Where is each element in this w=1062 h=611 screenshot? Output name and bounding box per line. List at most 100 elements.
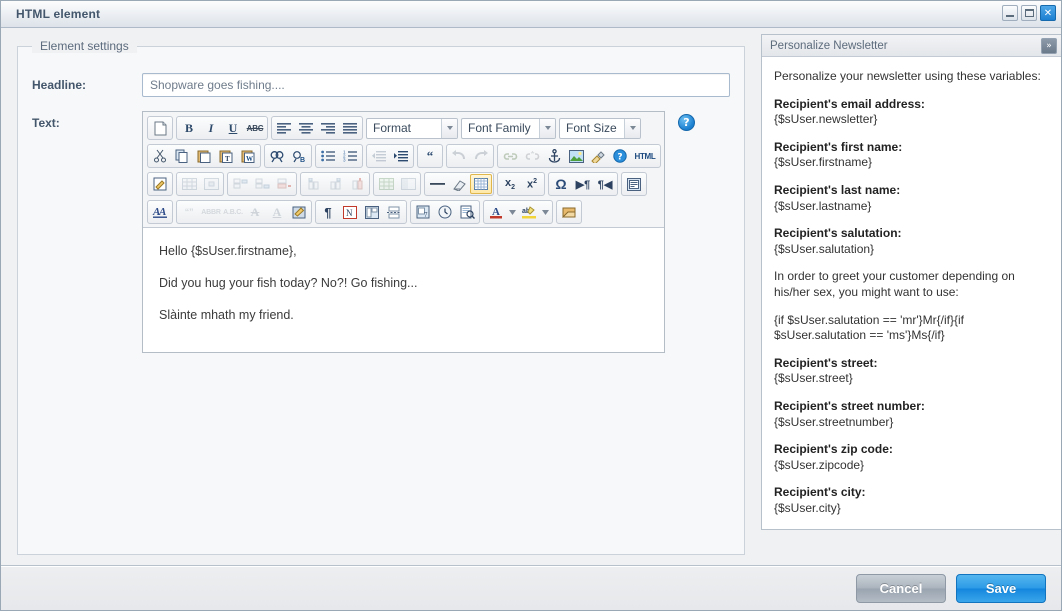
indent-icon[interactable] [390,146,412,166]
variable-title: Recipient's city: [774,485,866,500]
edit-css-icon[interactable] [149,174,171,194]
minimize-button[interactable] [1002,5,1018,21]
backcolor-chevron-down-icon[interactable] [540,202,551,222]
redo-icon[interactable] [470,146,492,166]
side-panel-intro: Personalize your newsletter using these … [774,69,1041,83]
insert-text-icon[interactable]: A [266,202,288,222]
link-icon[interactable] [499,146,521,166]
editor-content-area[interactable]: Hello {$sUser.firstname}, Did you hug yo… [143,227,664,353]
underline-icon[interactable]: U [222,118,244,138]
toolbar-group-css [147,172,173,196]
copy-icon[interactable] [171,146,193,166]
media-icon[interactable] [558,202,580,222]
toolbar-group-rows [227,172,297,196]
variable-item: Recipient's last name: {$sUser.lastname} [774,183,1049,214]
ltr-icon[interactable]: ▶¶ [572,174,594,194]
bold-icon[interactable]: B [178,118,200,138]
strikethrough-icon[interactable]: ABC [244,118,266,138]
field-help-icon[interactable]: ? [678,114,695,131]
nonbreaking-icon[interactable]: N [339,202,361,222]
row-before-icon[interactable] [229,174,251,194]
show-blocks-icon[interactable]: ¶ [317,202,339,222]
align-justify-icon[interactable] [339,118,361,138]
close-button[interactable]: ✕ [1040,5,1056,21]
delete-text-icon[interactable]: A [244,202,266,222]
font-family-dropdown[interactable]: Font Family [461,117,556,139]
toolbar-group-fullscreen [621,172,647,196]
text-row: Text: B I U ABC Format Font Family Font … [32,111,730,354]
toolbar-group-blockquote: “ [417,144,443,168]
maximize-button[interactable] [1021,5,1037,21]
svg-text:W: W [246,155,253,163]
rtl-icon[interactable]: ¶◀ [594,174,616,194]
italic-icon[interactable]: I [200,118,222,138]
backcolor-icon[interactable]: ab [518,202,540,222]
cancel-button[interactable]: Cancel [856,574,946,603]
unlink-icon[interactable] [521,146,543,166]
find-replace-icon[interactable]: B [288,146,310,166]
align-right-icon[interactable] [317,118,339,138]
paste-icon[interactable] [193,146,215,166]
variable-value: {$sUser.street} [774,371,853,386]
undo-icon[interactable] [448,146,470,166]
insert-time-icon[interactable] [434,202,456,222]
outdent-icon[interactable] [368,146,390,166]
format-dropdown[interactable]: Format [366,117,458,139]
abbreviation-icon[interactable]: ABBR [200,202,222,222]
side-panel-content: Personalize your newsletter using these … [762,57,1061,529]
toolbar-row-3: x2 x2 Ω ▶¶ ¶◀ [145,170,662,198]
delete-row-icon[interactable] [273,174,295,194]
collapse-panel-button[interactable]: » [1041,37,1057,54]
visual-aid-icon[interactable] [470,174,492,194]
variable-title: Recipient's street number: [774,398,925,413]
toolbar-group-document [147,116,173,140]
template-icon[interactable] [361,202,383,222]
variable-value: {$sUser.lastname} [774,198,872,213]
styles-icon[interactable]: AA [149,202,171,222]
fullscreen-icon[interactable] [623,174,645,194]
align-center-icon[interactable] [295,118,317,138]
svg-text:7: 7 [424,211,428,219]
attributes-icon[interactable] [288,202,310,222]
page-break-icon[interactable] [383,202,405,222]
table-properties-icon[interactable] [178,174,200,194]
blockquote-icon[interactable]: “ [419,146,441,166]
col-before-icon[interactable] [302,174,324,194]
cut-icon[interactable] [149,146,171,166]
numbered-list-icon[interactable]: 123 [339,146,361,166]
special-char-icon[interactable]: Ω [550,174,572,194]
forecolor-icon[interactable]: A [485,202,507,222]
html-source-icon[interactable]: HTML [631,146,659,166]
bullet-list-icon[interactable] [317,146,339,166]
cleanup-icon[interactable] [587,146,609,166]
anchor-icon[interactable] [543,146,565,166]
cell-properties-icon[interactable] [200,174,222,194]
variable-item: Recipient's first name: {$sUser.firstnam… [774,140,1049,171]
paste-text-icon[interactable]: T [215,146,237,166]
col-after-icon[interactable] [324,174,346,194]
merge-cells-icon[interactable] [397,174,419,194]
image-icon[interactable] [565,146,587,166]
svg-text:N: N [346,208,353,218]
align-left-icon[interactable] [273,118,295,138]
acronym-icon[interactable]: A.B.C. [222,202,244,222]
insert-date-icon[interactable]: 7 [412,202,434,222]
save-button[interactable]: Save [956,574,1046,603]
help-icon[interactable]: ? [609,146,631,166]
paste-word-icon[interactable]: W [237,146,259,166]
font-size-dropdown[interactable]: Font Size [559,117,641,139]
citation-icon[interactable]: “” [178,202,200,222]
find-icon[interactable] [266,146,288,166]
horizontal-rule-icon[interactable] [426,174,448,194]
remove-format-icon[interactable] [448,174,470,194]
delete-col-icon[interactable] [346,174,368,194]
maximize-icon [1024,9,1034,17]
preview-icon[interactable] [456,202,478,222]
forecolor-chevron-down-icon[interactable] [507,202,518,222]
row-after-icon[interactable] [251,174,273,194]
new-document-icon[interactable] [149,118,171,138]
headline-input[interactable] [142,73,730,97]
subscript-icon[interactable]: x2 [499,174,521,194]
superscript-icon[interactable]: x2 [521,174,543,194]
split-cells-icon[interactable] [375,174,397,194]
